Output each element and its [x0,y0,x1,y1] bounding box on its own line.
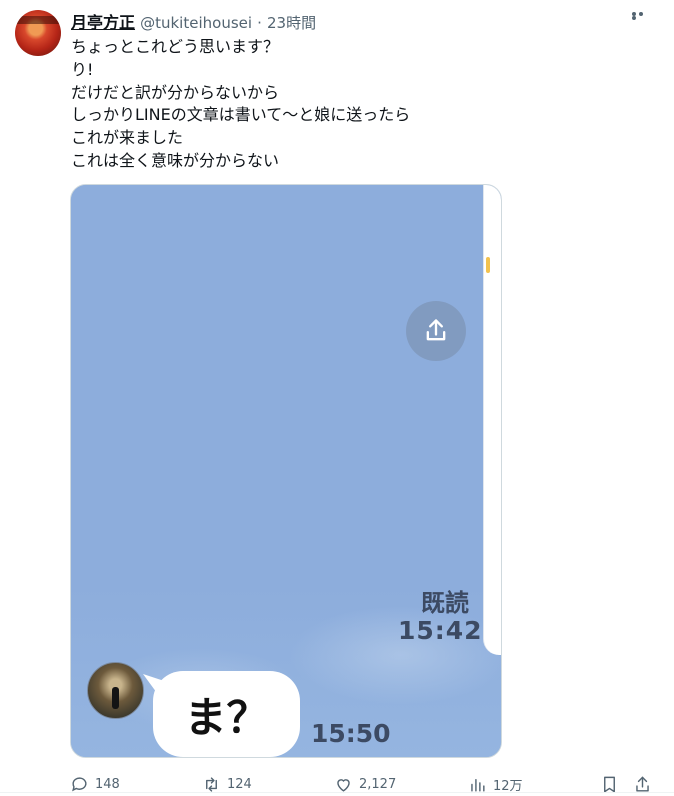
separator-dot: · [257,14,262,32]
views-count: 12万 [493,778,523,794]
reply-icon [72,776,87,791]
retweet-count: 124 [227,776,252,792]
share-icon [406,301,466,361]
tweet-text: ちょっとこれどう思います？ り! だけだと訳が分からないから しっかりLINEの… [71,36,631,173]
tweet-text-line: これは全く意味が分からない [71,150,280,170]
heart-icon [337,778,350,792]
screenshot-edge-panel [483,185,501,655]
reply-time: 15:50 [311,719,391,748]
sender-avatar [87,662,144,719]
reply-button[interactable]: 148 [70,774,120,794]
more-options-icon[interactable] [632,12,652,20]
author-handle[interactable]: @tukiteihousei [140,14,252,32]
tweet-text-line: り! [71,59,94,79]
tweet-header: 月亭方正 @tukiteihousei · 23時間 [71,9,654,33]
like-button[interactable]: 2,127 [334,774,396,794]
retweet-button[interactable]: 124 [202,774,252,794]
tweet-text-line: これが来ました [71,128,184,148]
read-receipt-label: 既読 [421,589,469,617]
share-button[interactable] [633,774,658,794]
reply-bubble: ま？ [153,671,300,757]
bookmark-icon [604,776,615,792]
bookmark-button[interactable] [600,774,625,794]
retweet-icon [206,776,217,792]
like-count: 2,127 [359,776,397,792]
upload-icon [636,776,649,792]
reply-count: 148 [95,776,120,792]
tweet-text-line: しっかりLINEの文章は書いて〜と娘に送ったら [71,105,411,125]
author-avatar[interactable] [15,10,61,56]
author-name[interactable]: 月亭方正 [71,13,135,32]
tweet-media-image[interactable]: 既読 15:42 ま？ 15:50 [70,184,502,758]
views-button[interactable]: 12万 [468,774,523,794]
views-icon [471,778,485,792]
read-receipt-time: 15:42 [398,616,483,645]
tweet-text-line: ちょっとこれどう思います？ [71,37,280,56]
tweet-timestamp[interactable]: 23時間 [267,14,316,32]
reply-text: ま？ [184,692,269,742]
tweet-text-line: だけだと訳が分からないから [71,82,280,102]
